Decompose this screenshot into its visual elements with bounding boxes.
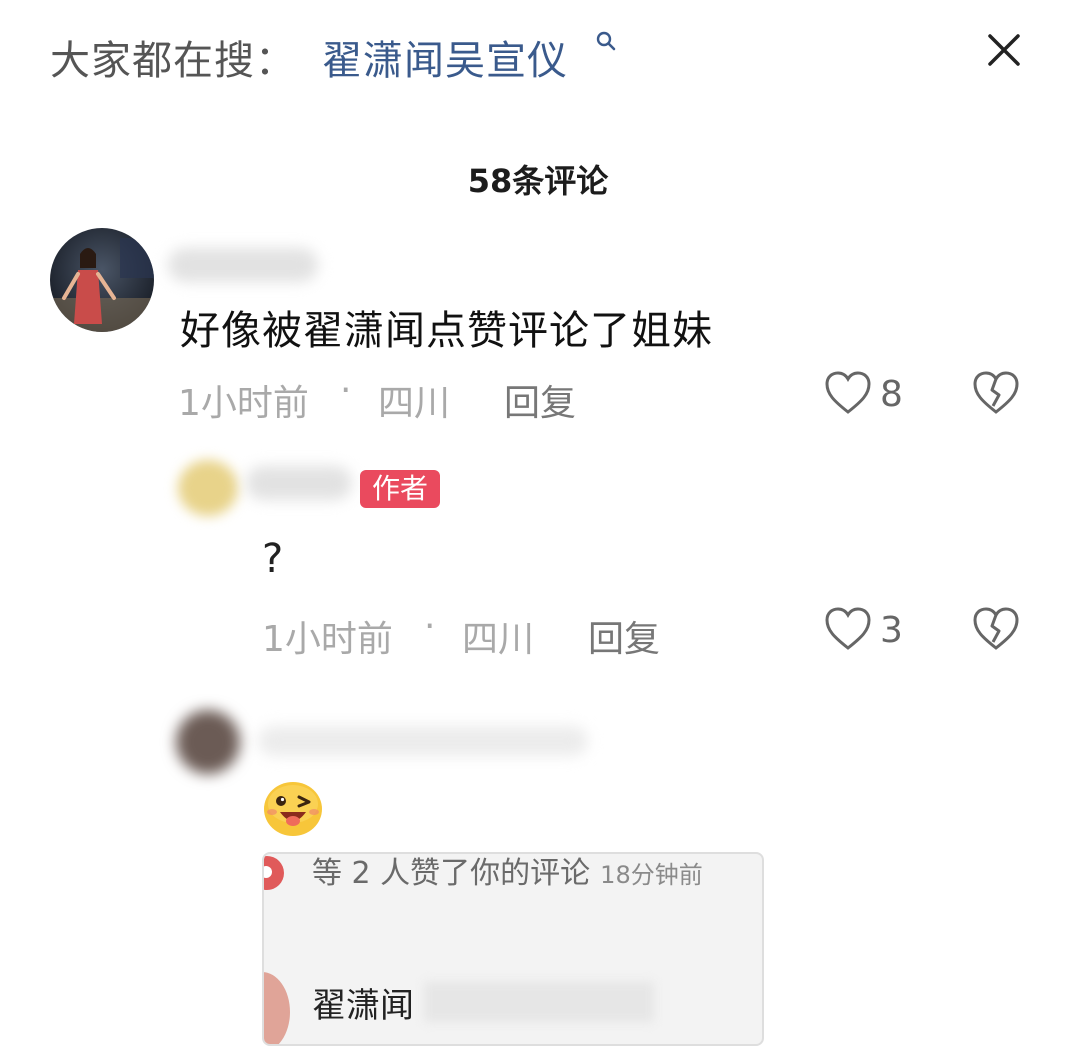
like-count: 8 — [880, 374, 903, 415]
avatar-image — [50, 228, 154, 332]
dislike-icon[interactable] — [972, 370, 1020, 416]
notification-message: 等 2 人赞了你的评论 — [312, 856, 591, 891]
avatar[interactable] — [50, 228, 154, 332]
avatar[interactable] — [176, 710, 240, 774]
search-icon[interactable] — [594, 30, 618, 54]
meta-dot: · — [424, 606, 436, 647]
avatar — [264, 972, 290, 1044]
avatar[interactable] — [178, 460, 238, 516]
notification-user-name: 翟潇闻 — [312, 986, 414, 1026]
comment-time: 1小时前 — [178, 383, 309, 424]
comment-text: 好像被翟潇闻点赞评论了姐妹 — [180, 308, 713, 354]
notification-time: 18分钟前 — [600, 861, 703, 889]
username-redacted — [258, 726, 588, 756]
comment-location: 四川 — [378, 383, 451, 424]
comments-count-title: 58条评论 — [467, 162, 609, 200]
notification-text: 等 2 人赞了你的评论 18分钟前 — [312, 848, 703, 892]
comment-text: ? — [262, 536, 284, 582]
hot-search-label: 大家都在搜： — [50, 38, 296, 84]
author-badge: 作者 — [360, 470, 441, 508]
wink-emoji-icon — [264, 782, 322, 836]
comment-location: 四川 — [462, 619, 535, 660]
reply-button[interactable]: 回复 — [588, 610, 660, 662]
close-icon[interactable] — [984, 30, 1024, 70]
username-redacted — [246, 466, 352, 500]
heart-icon[interactable] — [824, 606, 872, 652]
hot-search-link[interactable]: 翟潇闻吴宣仪 — [322, 28, 568, 86]
reply-button[interactable]: 回复 — [504, 374, 576, 426]
redacted-text — [424, 982, 654, 1022]
like-count: 3 — [880, 610, 903, 651]
meta-dot: · — [340, 370, 352, 411]
heart-icon[interactable] — [824, 370, 872, 416]
comment-time: 1小时前 — [262, 619, 393, 660]
dislike-icon[interactable] — [972, 606, 1020, 652]
username-redacted — [168, 248, 318, 282]
